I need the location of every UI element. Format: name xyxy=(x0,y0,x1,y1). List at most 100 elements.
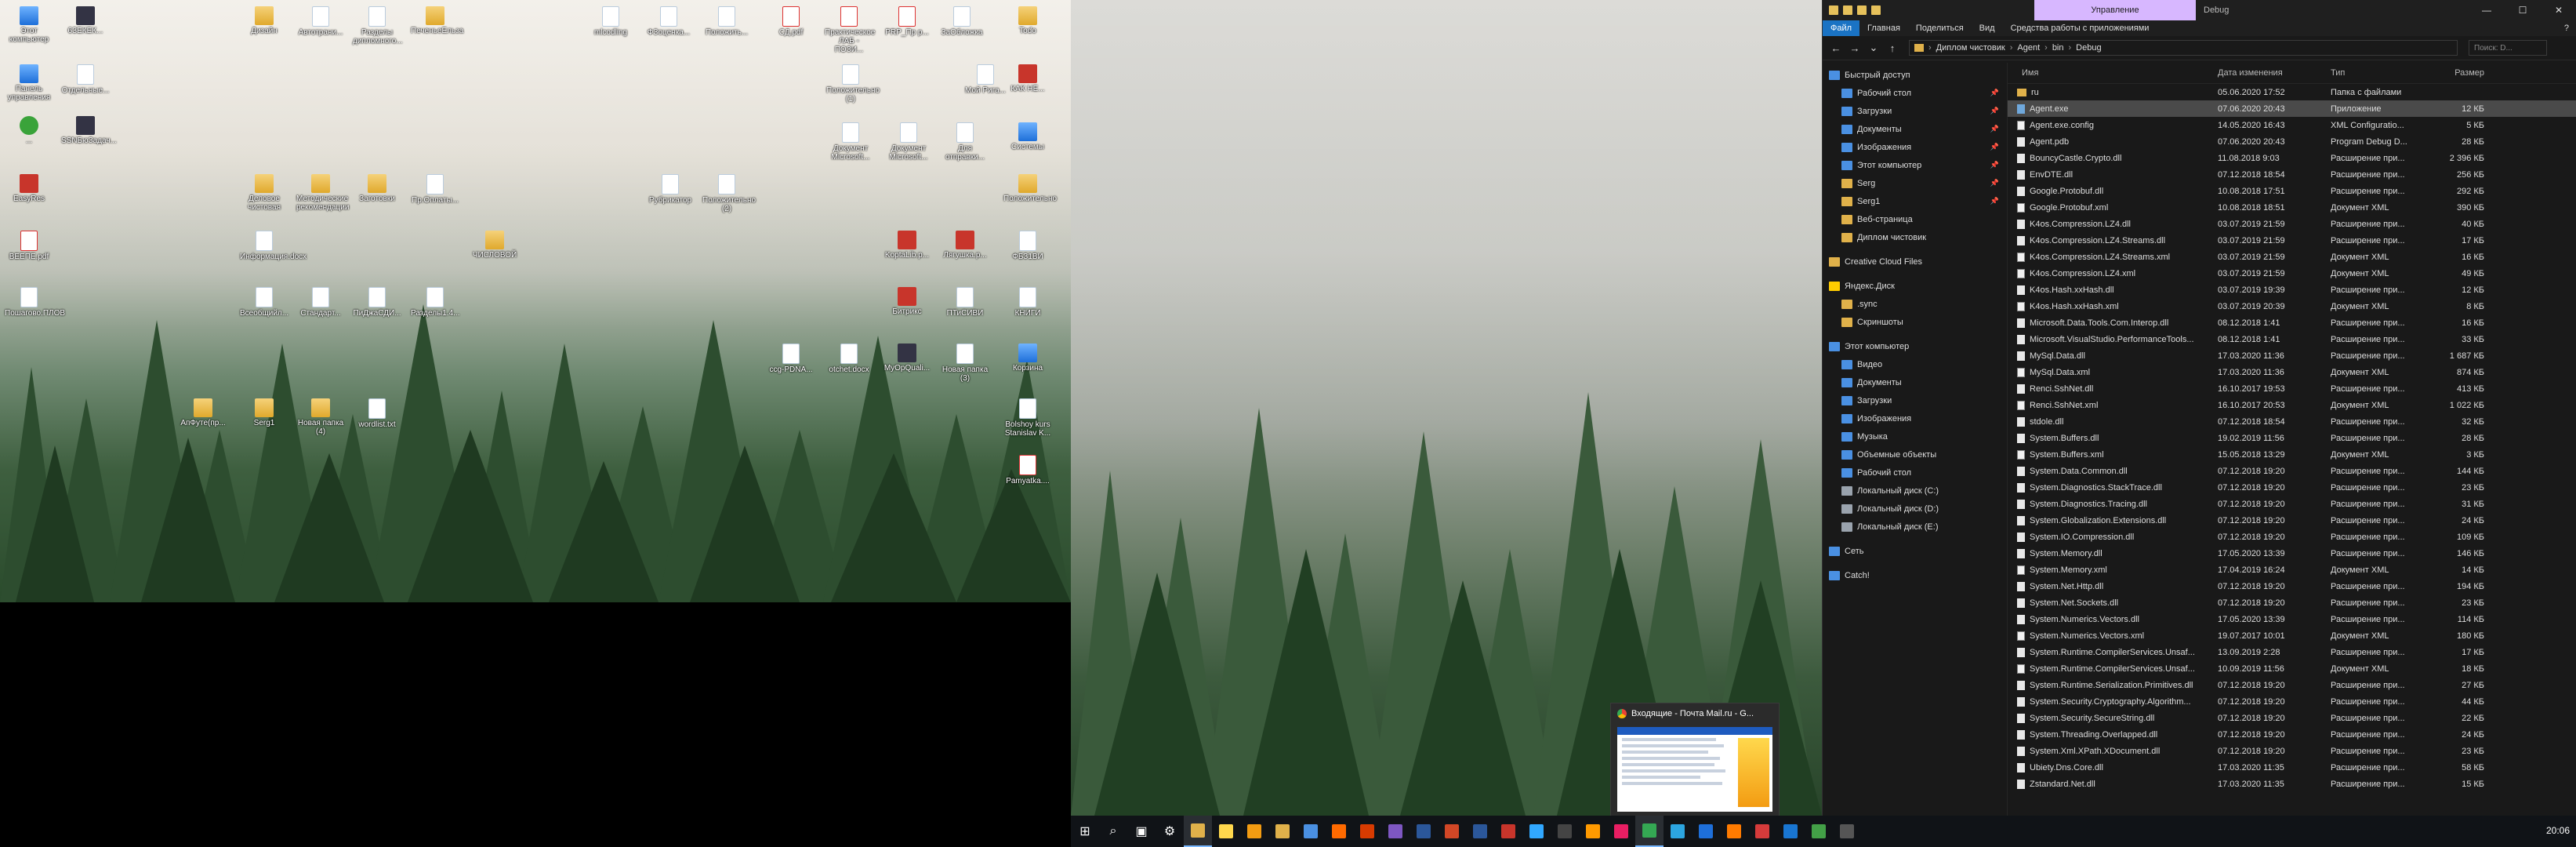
app-explorer[interactable] xyxy=(1184,816,1212,847)
file-row[interactable]: System.Runtime.Serialization.Primitives.… xyxy=(2008,677,2576,693)
file-row[interactable]: System.Xml.XPath.XDocument.dll 07.12.2018… xyxy=(2008,743,2576,759)
desktop-icon[interactable]: СД.pdf xyxy=(767,6,815,37)
desktop-icon[interactable]: Методические рекомендации xyxy=(296,174,349,212)
file-explorer-window[interactable]: Управление Debug — ☐ ✕ Файл Главная Поде… xyxy=(1822,0,2576,816)
nav-pane-item[interactable]: Документы 📌 xyxy=(1823,120,2007,138)
taskbar-thumbnail-preview[interactable]: Входящие - Почта Mail.ru - G... xyxy=(1610,703,1780,819)
desktop-left[interactable]: Этот компьютер 6ЗЕКЕК... Дизайн Автотрани..… xyxy=(0,0,1071,602)
column-header-type[interactable]: Тип xyxy=(2326,68,2423,78)
app-red2[interactable] xyxy=(1748,816,1776,847)
nav-pane-item[interactable]: Serg 📌 xyxy=(1823,174,2007,192)
desktop-icon[interactable]: Bolshoy kurs Stanislav K... xyxy=(1003,398,1052,438)
file-row[interactable]: MySql.Data.xml 17.03.2020 11:36 Документ X… xyxy=(2008,364,2576,380)
file-row[interactable]: System.Runtime.CompilerServices.Unsaf...… xyxy=(2008,660,2576,677)
nav-pane-item[interactable]: Рабочий стол 📌 xyxy=(1823,84,2007,102)
desktop-icon[interactable]: Положительно (2) xyxy=(702,174,756,213)
desktop-icon[interactable]: Положительно (1) xyxy=(826,64,880,104)
desktop-icon[interactable]: Пошагово.ПЛОВ xyxy=(5,287,65,318)
manage-context-tab[interactable]: Управление xyxy=(2034,0,2196,20)
app-media[interactable] xyxy=(1240,816,1268,847)
app-blue[interactable] xyxy=(1692,816,1720,847)
desktop-icon[interactable]: Для отправки... xyxy=(941,122,989,162)
breadcrumb-item[interactable]: Agent xyxy=(2017,43,2040,53)
file-row[interactable]: System.Data.Common.dll 07.12.2018 19:20 Ра… xyxy=(2008,463,2576,479)
file-row[interactable]: Zstandard.Net.dll 17.03.2020 11:35 Расшире… xyxy=(2008,776,2576,792)
nav-pane-item[interactable]: Сеть xyxy=(1823,542,2007,560)
desktop-icon[interactable]: MyOpQuali... xyxy=(883,344,931,373)
file-row[interactable]: System.Net.Http.dll 07.12.2018 19:20 Расши… xyxy=(2008,578,2576,594)
file-row[interactable]: System.Security.Cryptography.Algorithm..… xyxy=(2008,693,2576,710)
desktop-main[interactable]: Входящие - Почта Mail.ru - G... Управлен… xyxy=(1071,0,2576,847)
column-header-name[interactable]: Имя xyxy=(2008,68,2213,78)
app-avast[interactable] xyxy=(1325,816,1353,847)
app-ide[interactable] xyxy=(1607,816,1635,847)
file-row[interactable]: Google.Protobuf.dll 10.08.2018 17:51 Расши… xyxy=(2008,183,2576,199)
nav-pane-item[interactable]: Catch! xyxy=(1823,566,2007,584)
file-row[interactable]: K4os.Hash.xxHash.dll 03.07.2019 19:39 Расш… xyxy=(2008,282,2576,298)
nav-pane-item[interactable]: .sync xyxy=(1823,295,2007,313)
app-telegram[interactable] xyxy=(1664,816,1692,847)
nav-pane-item[interactable]: Скриншоты xyxy=(1823,313,2007,331)
nav-pane-item[interactable]: Видео xyxy=(1823,355,2007,373)
nav-pane-item[interactable]: Музыка xyxy=(1823,427,2007,445)
nav-pane-item[interactable]: Объемные объекты xyxy=(1823,445,2007,463)
close-button[interactable]: ✕ xyxy=(2541,0,2576,20)
nav-pane-item[interactable]: Serg1 📌 xyxy=(1823,192,2007,210)
explorer-titlebar[interactable]: Управление Debug — ☐ ✕ xyxy=(1823,0,2576,20)
app-ai2[interactable] xyxy=(1720,816,1748,847)
file-row[interactable]: K4os.Compression.LZ4.Streams.xml 03.07.20… xyxy=(2008,249,2576,265)
desktop-icon[interactable]: ПТиСИВИ xyxy=(941,287,989,318)
file-row[interactable]: System.Buffers.xml 15.05.2018 13:29 Докуме… xyxy=(2008,446,2576,463)
desktop-icon[interactable]: Всеобщийл... xyxy=(240,287,288,318)
file-row[interactable]: K4os.Compression.LZ4.xml 03.07.2019 21:59… xyxy=(2008,265,2576,282)
quick-access-icon[interactable] xyxy=(1829,5,1838,15)
quick-access-toolbar[interactable] xyxy=(1823,5,1881,15)
app-vs[interactable] xyxy=(1381,816,1410,847)
desktop-icon[interactable]: Todo xyxy=(1003,6,1052,35)
desktop-icon[interactable]: ПеченьеЕльза xyxy=(411,6,463,35)
desktop-icon[interactable]: Мой Рига... xyxy=(961,64,1010,95)
desktop-icon[interactable]: ФЗоценка... xyxy=(644,6,693,37)
nav-pane-item[interactable]: Этот компьютер 📌 xyxy=(1823,156,2007,174)
tab-app-tools[interactable]: Средства работы с приложениями xyxy=(2003,20,2157,36)
file-row[interactable]: MySql.Data.dll 17.03.2020 11:36 Расширение… xyxy=(2008,347,2576,364)
file-row[interactable]: Renci.SshNet.xml 16.10.2017 20:53 Документ… xyxy=(2008,397,2576,413)
quick-access-icon[interactable] xyxy=(1871,5,1881,15)
nav-pane-item[interactable]: Изображения xyxy=(1823,409,2007,427)
desktop-icon[interactable]: Новая папка (4) xyxy=(296,398,345,436)
file-row[interactable]: System.Memory.xml 17.04.2019 16:24 Докумен… xyxy=(2008,562,2576,578)
address-bar[interactable]: › Диплом чистовик › Agent › bin › Debug xyxy=(1909,40,2458,56)
breadcrumb-item[interactable]: bin xyxy=(2052,43,2064,53)
desktop-icon[interactable]: Разделы дипломного... xyxy=(353,6,403,45)
desktop-icon[interactable]: ВЕЕПЕ.pdf xyxy=(5,231,53,261)
search-input[interactable]: Поиск: D... xyxy=(2469,40,2547,56)
nav-pane-item[interactable]: Локальный диск (E:) xyxy=(1823,518,2007,536)
desktop-icon[interactable]: ЧИСЛОВОЙ xyxy=(470,231,519,260)
desktop-icon[interactable]: КНИГИ xyxy=(1003,287,1052,318)
nav-pane-item[interactable]: Яндекс.Диск xyxy=(1823,277,2007,295)
app-word[interactable] xyxy=(1410,816,1438,847)
desktop-icon[interactable]: KoptaLib.p... xyxy=(883,231,931,260)
file-row[interactable]: System.IO.Compression.dll 07.12.2018 19:2… xyxy=(2008,529,2576,545)
search-button[interactable]: ⌕ xyxy=(1099,816,1127,847)
recent-locations-icon[interactable]: ⌄ xyxy=(1867,42,1881,54)
nav-pane-item[interactable]: Изображения 📌 xyxy=(1823,138,2007,156)
desktop-icon[interactable]: АпФуте(пр... xyxy=(179,398,227,427)
back-arrow-icon[interactable]: ← xyxy=(1829,42,1843,54)
nav-pane-item[interactable]: Загрузки 📌 xyxy=(1823,102,2007,120)
desktop-icon[interactable]: Деловое чистовая xyxy=(240,174,288,212)
task-view-button[interactable]: ▣ xyxy=(1127,816,1156,847)
desktop-icon[interactable]: Заготовки xyxy=(353,174,401,203)
desktop-icon[interactable]: ФБЗ1ВИ xyxy=(1003,231,1052,261)
file-row[interactable]: System.Globalization.Extensions.dll 07.12… xyxy=(2008,512,2576,529)
desktop-icon[interactable]: ЗаОбложка xyxy=(938,6,986,37)
nav-pane-item[interactable]: Рабочий стол xyxy=(1823,463,2007,482)
file-row[interactable]: System.Net.Sockets.dll 07.12.2018 19:20 Ра… xyxy=(2008,594,2576,611)
desktop-icon[interactable]: Битрикс xyxy=(883,287,931,316)
column-header-size[interactable]: Размер xyxy=(2423,68,2489,78)
file-row[interactable]: System.Memory.dll 17.05.2020 13:39 Расшире… xyxy=(2008,545,2576,562)
breadcrumb-item[interactable]: Debug xyxy=(2076,43,2101,53)
app-ppt[interactable] xyxy=(1438,816,1466,847)
file-row[interactable]: System.Diagnostics.Tracing.dll 07.12.2018… xyxy=(2008,496,2576,512)
file-row[interactable]: EnvDTE.dll 07.12.2018 18:54 Расширение при… xyxy=(2008,166,2576,183)
